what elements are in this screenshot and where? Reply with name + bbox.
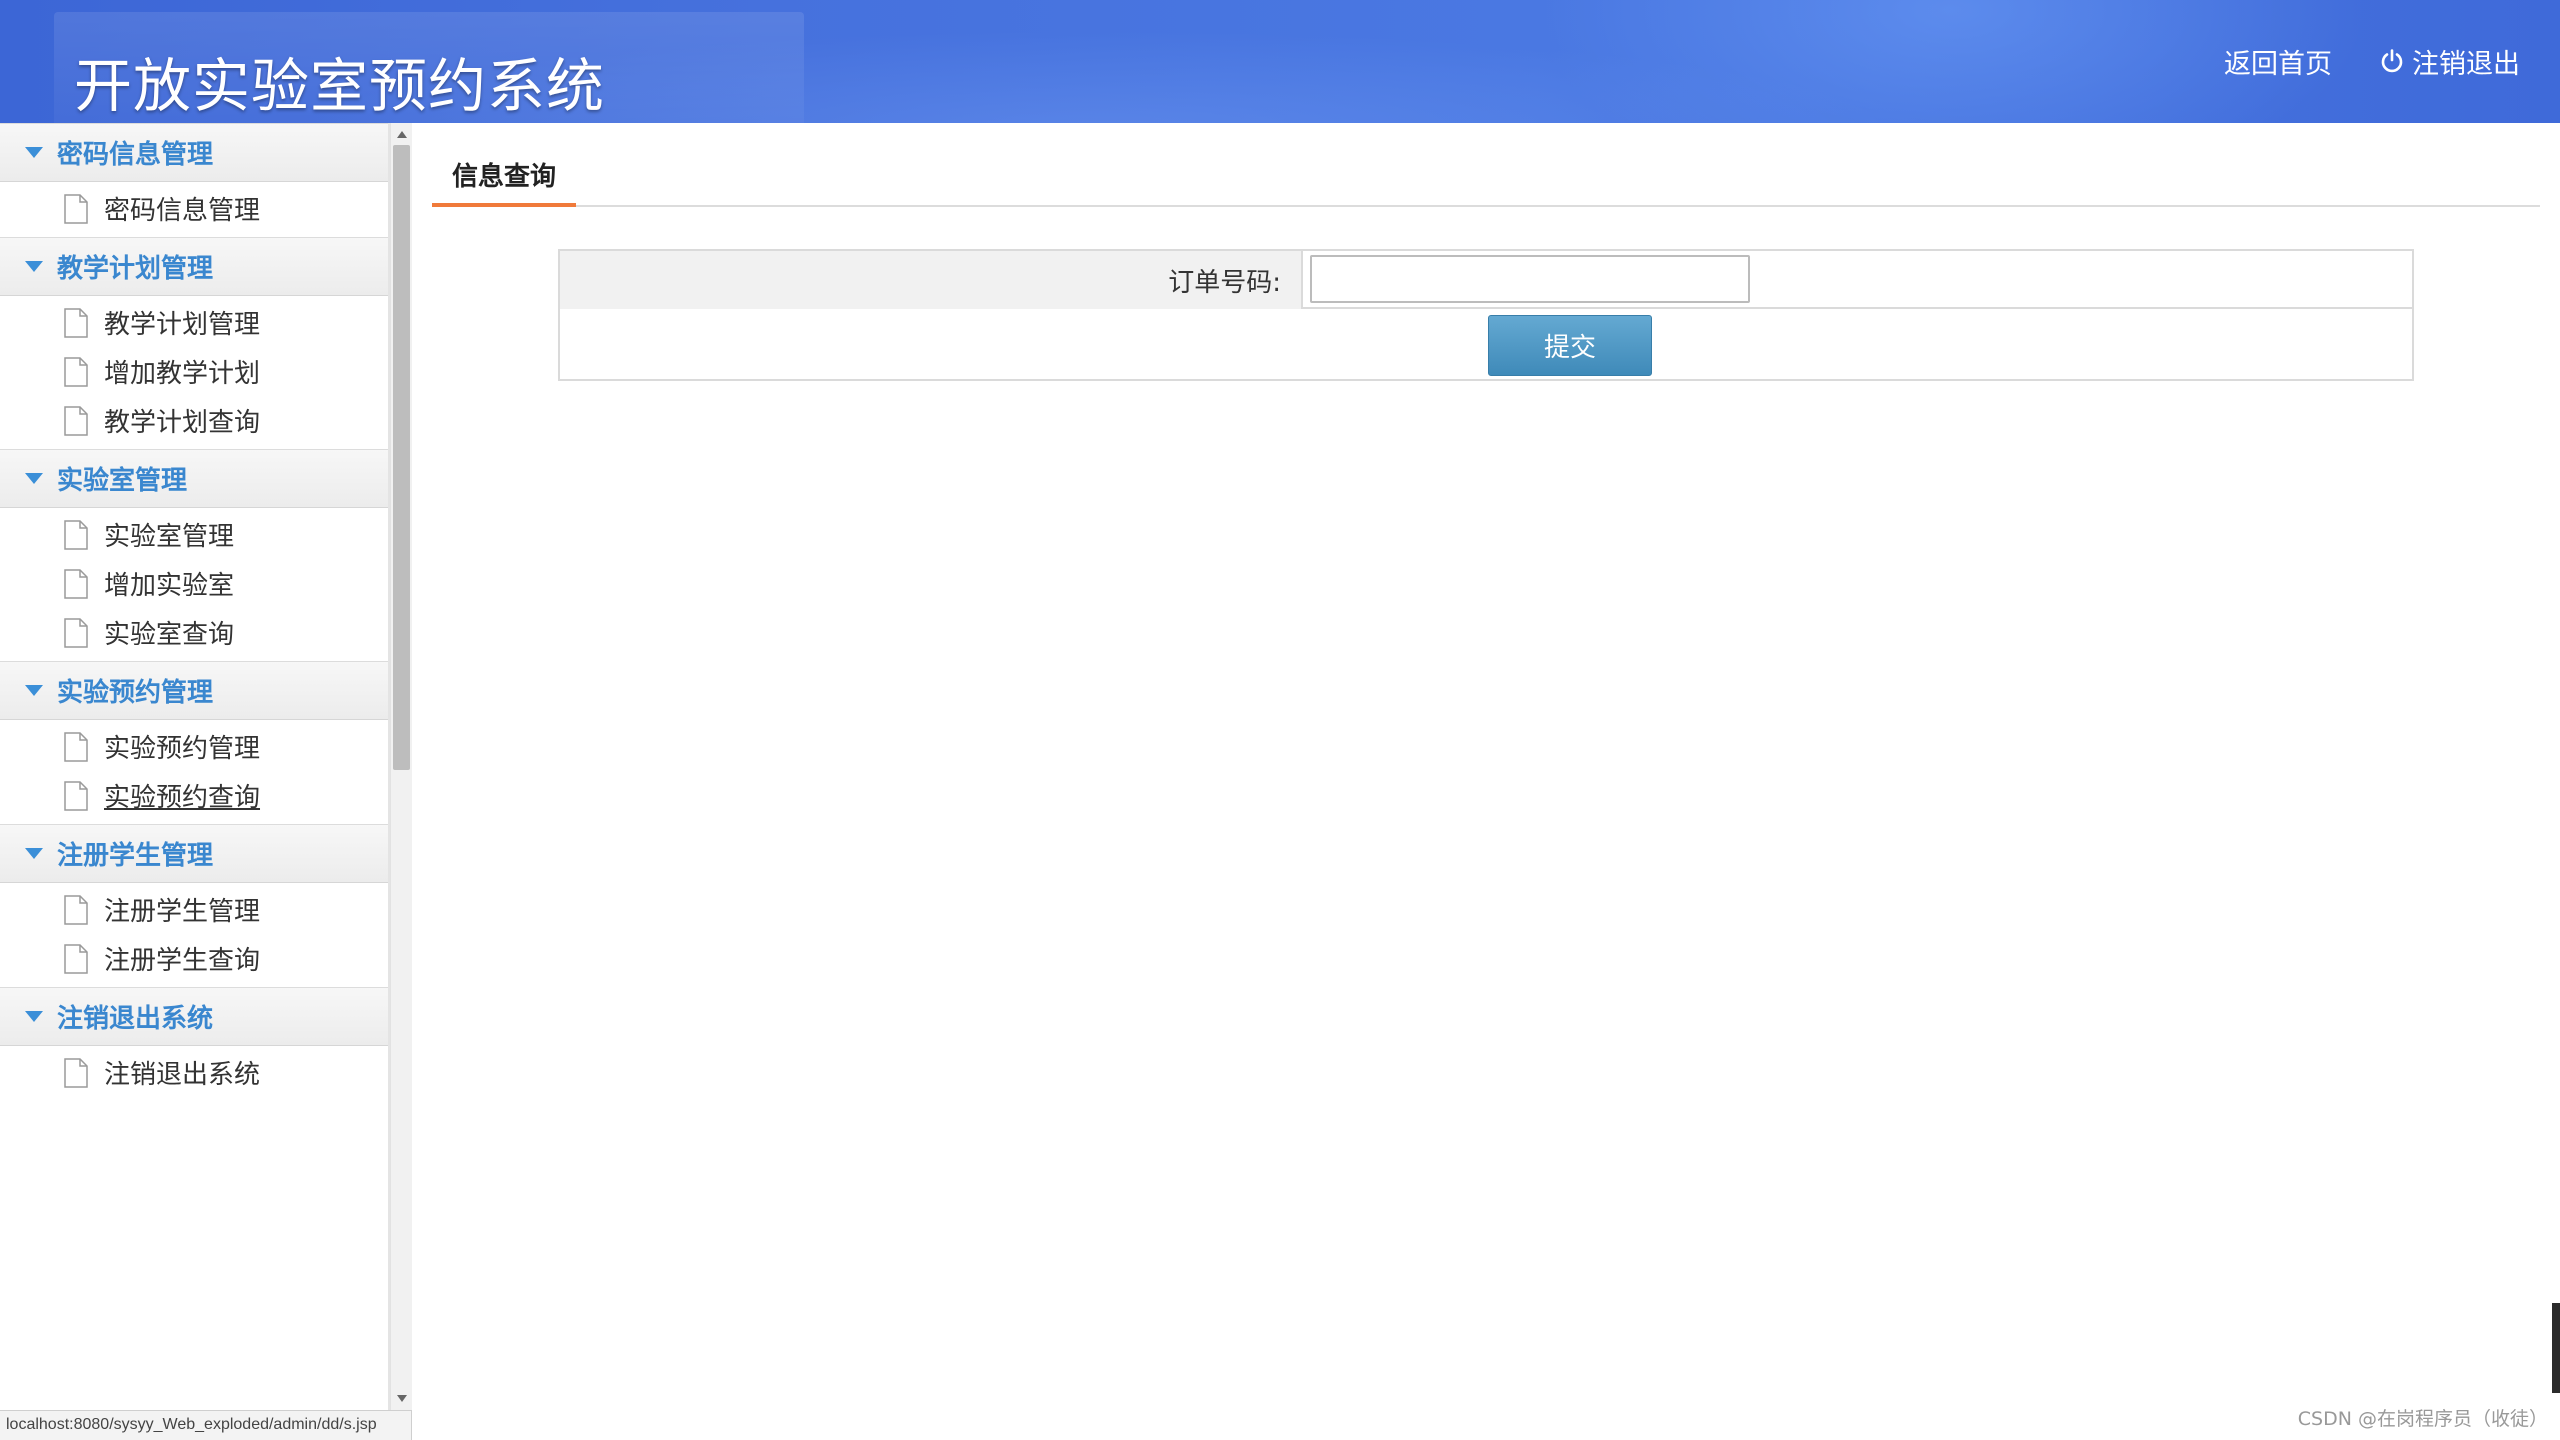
main-content: 信息查询 订单号码: 提交 [432,123,2540,1410]
query-form: 订单号码: 提交 [558,249,2414,381]
logout-link-label: 注销退出 [2412,48,2520,80]
sidebar-menu: 密码信息管理 密码信息管理 教学计划管理 教学计划管理 增加教学计划 教学计划查… [0,123,388,1101]
sidebar-item-student-query[interactable]: 注册学生查询 [0,934,388,983]
document-icon [64,943,88,974]
menu-group-password[interactable]: 密码信息管理 [0,123,388,182]
sidebar-item-label: 实验预约管理 [104,734,261,764]
edge-widget [2552,1303,2560,1393]
sidebar-item-lab-query[interactable]: 实验室查询 [0,608,388,657]
sidebar-item-label: 实验预约查询 [104,783,261,813]
tab-info-query[interactable]: 信息查询 [432,157,577,207]
sidebar: 密码信息管理 密码信息管理 教学计划管理 教学计划管理 增加教学计划 教学计划查… [0,123,390,1440]
submit-button[interactable]: 提交 [1488,315,1652,376]
order-number-input[interactable] [1310,255,1750,303]
menu-group-items: 教学计划管理 增加教学计划 教学计划查询 [0,296,388,449]
browser-status-url: localhost:8080/sysyy_Web_exploded/admin/… [0,1410,412,1440]
menu-group-label: 注册学生管理 [57,841,214,871]
document-icon [64,568,88,599]
menu-group-lab[interactable]: 实验室管理 [0,449,388,508]
sidebar-item-label: 密码信息管理 [104,196,261,226]
caret-down-icon [25,685,43,696]
menu-group-items: 注册学生管理 注册学生查询 [0,883,388,987]
sidebar-item-label: 注册学生查询 [104,946,261,976]
sidebar-scrollbar[interactable] [390,123,412,1410]
document-icon [64,405,88,436]
document-icon [64,193,88,224]
sidebar-item-logout-system[interactable]: 注销退出系统 [0,1048,388,1097]
order-number-label: 订单号码: [1168,267,1281,298]
sidebar-item-add-teaching-plan[interactable]: 增加教学计划 [0,347,388,396]
sidebar-item-add-lab[interactable]: 增加实验室 [0,559,388,608]
form-label-cell: 订单号码: [560,251,1303,309]
document-icon [64,1057,88,1088]
sidebar-item-password-manage[interactable]: 密码信息管理 [0,184,388,233]
sidebar-item-label: 实验室查询 [104,620,235,650]
sidebar-item-teaching-plan-manage[interactable]: 教学计划管理 [0,298,388,347]
app-title: 开放实验室预约系统 [74,52,606,120]
menu-group-students[interactable]: 注册学生管理 [0,824,388,883]
tab-bar: 信息查询 [432,123,2540,207]
sidebar-item-label: 实验室管理 [104,522,235,552]
menu-group-reservation[interactable]: 实验预约管理 [0,661,388,720]
sidebar-item-teaching-plan-query[interactable]: 教学计划查询 [0,396,388,445]
menu-group-label: 注销退出系统 [57,1004,214,1034]
sidebar-item-label: 教学计划管理 [104,310,261,340]
form-row-order: 订单号码: [560,251,2412,309]
sidebar-item-lab-manage[interactable]: 实验室管理 [0,510,388,559]
scroll-up-icon[interactable] [397,131,407,138]
caret-down-icon [25,147,43,158]
menu-group-items: 实验预约管理 实验预约查询 [0,720,388,824]
watermark: CSDN @在岗程序员（收徒） [2297,1408,2548,1430]
sidebar-item-student-manage[interactable]: 注册学生管理 [0,885,388,934]
scroll-down-icon[interactable] [397,1395,407,1402]
document-icon [64,519,88,550]
sidebar-item-label: 教学计划查询 [104,408,261,438]
scrollbar-thumb[interactable] [393,145,410,770]
document-icon [64,617,88,648]
caret-down-icon [25,261,43,272]
document-icon [64,894,88,925]
menu-group-items: 注销退出系统 [0,1046,388,1101]
menu-group-logout[interactable]: 注销退出系统 [0,987,388,1046]
sidebar-item-reservation-query[interactable]: 实验预约查询 [0,771,388,820]
home-link[interactable]: 返回首页 [2224,42,2332,81]
logout-link[interactable]: 注销退出 [2378,42,2520,81]
document-icon [64,307,88,338]
caret-down-icon [25,848,43,859]
menu-group-label: 实验室管理 [57,466,188,496]
sidebar-item-label: 增加实验室 [104,571,235,601]
menu-group-label: 密码信息管理 [57,140,214,170]
document-icon [64,780,88,811]
home-link-label: 返回首页 [2224,48,2332,80]
sidebar-item-label: 注册学生管理 [104,897,261,927]
caret-down-icon [25,473,43,484]
caret-down-icon [25,1011,43,1022]
menu-group-teaching-plan[interactable]: 教学计划管理 [0,237,388,296]
power-icon [2381,49,2403,73]
sidebar-item-reservation-manage[interactable]: 实验预约管理 [0,722,388,771]
sidebar-item-label: 增加教学计划 [104,359,261,389]
menu-group-items: 密码信息管理 [0,182,388,237]
menu-group-items: 实验室管理 增加实验室 实验室查询 [0,508,388,661]
sidebar-item-label: 注销退出系统 [104,1060,261,1090]
menu-group-label: 实验预约管理 [57,678,214,708]
document-icon [64,731,88,762]
header-bar: 开放实验室预约系统 返回首页 注销退出 [0,0,2560,123]
header-links: 返回首页 注销退出 [2224,40,2520,82]
document-icon [64,356,88,387]
menu-group-label: 教学计划管理 [57,254,214,284]
